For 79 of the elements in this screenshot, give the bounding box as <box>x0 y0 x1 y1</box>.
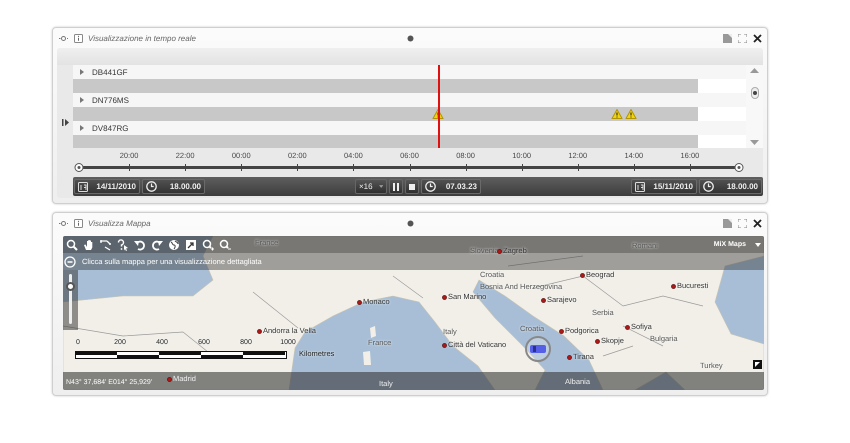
expand-arrow-icon[interactable] <box>79 97 85 103</box>
resize-corner-icon[interactable] <box>753 360 762 369</box>
city-marker-icon <box>497 249 502 254</box>
range-handle[interactable] <box>734 163 744 172</box>
zoom-out-icon[interactable] <box>219 238 231 250</box>
select-arrows-icon[interactable] <box>100 238 112 250</box>
dropdown-caret-icon[interactable] <box>755 242 761 246</box>
export-map-icon[interactable] <box>185 238 197 250</box>
current-time-field[interactable]: 07.03.23 <box>421 179 481 194</box>
clock-icon[interactable] <box>146 181 157 192</box>
scroll-down-icon[interactable] <box>750 140 759 146</box>
drag-handle-icon[interactable] <box>406 35 414 42</box>
zoom-slider[interactable] <box>69 274 72 324</box>
vehicle-marker-icon[interactable] <box>524 335 552 363</box>
field-value: 07.03.23 <box>446 182 477 191</box>
start-time-field[interactable]: 18.00.00 <box>142 179 205 194</box>
move-icon[interactable] <box>58 218 69 228</box>
field-value: 14/11/2010 <box>96 182 136 191</box>
redo-icon[interactable] <box>151 238 163 250</box>
help-cursor-icon[interactable] <box>117 238 129 250</box>
search-icon[interactable] <box>66 238 78 250</box>
field-value: 15/11/2010 <box>653 182 693 191</box>
start-date-field[interactable]: 14/11/2010 <box>74 179 140 194</box>
city-marker-icon <box>442 295 447 300</box>
city-marker-icon <box>559 329 564 334</box>
close-icon[interactable] <box>753 34 762 42</box>
stop-icon <box>409 184 415 190</box>
warning-icon[interactable] <box>612 109 622 119</box>
dock-icon[interactable] <box>723 218 732 228</box>
zoom-in-icon[interactable] <box>202 238 214 250</box>
city-marker-icon <box>541 298 546 303</box>
zoom-out-icon[interactable] <box>64 256 76 268</box>
city-marker-icon <box>567 355 572 360</box>
city-marker-icon <box>442 343 447 348</box>
vehicle-plate[interactable]: DB441GF <box>92 68 128 76</box>
city-marker-icon <box>595 339 600 344</box>
calendar-icon[interactable] <box>78 182 88 192</box>
end-date-field[interactable]: 15/11/2010 <box>631 179 697 194</box>
timeline-range-slider[interactable] <box>73 162 746 174</box>
close-icon[interactable] <box>753 218 762 228</box>
calendar-icon[interactable] <box>635 182 645 192</box>
field-value: 18.00.00 <box>170 182 201 191</box>
collapse-panel-icon[interactable] <box>62 119 68 126</box>
panel-title: Visualizza Mappa <box>88 218 151 228</box>
city-marker-icon <box>257 329 262 334</box>
expand-arrow-icon[interactable] <box>79 125 85 131</box>
hand-icon[interactable] <box>83 238 95 250</box>
speed-dropdown[interactable]: ×16 <box>355 179 387 194</box>
undo-icon[interactable] <box>134 238 146 250</box>
pause-icon <box>393 182 399 190</box>
city-marker-icon <box>580 273 585 278</box>
scroll-up-icon[interactable] <box>750 67 759 73</box>
warning-icon[interactable] <box>626 109 636 119</box>
stop-button[interactable] <box>405 179 419 194</box>
expand-arrow-icon[interactable] <box>79 69 85 75</box>
info-icon[interactable] <box>74 34 83 42</box>
city-marker-icon <box>167 377 172 382</box>
fullscreen-icon[interactable] <box>738 218 747 228</box>
globe-icon[interactable] <box>168 238 180 250</box>
caret-icon <box>378 185 383 188</box>
end-time-field[interactable]: 18.00.00 <box>699 179 762 194</box>
city-marker-icon <box>671 284 676 289</box>
panel-title: Visualizzazione in tempo reale <box>88 34 196 42</box>
dock-icon[interactable] <box>723 34 732 42</box>
range-handle[interactable] <box>74 163 84 172</box>
scroll-thumb-icon[interactable] <box>750 86 758 99</box>
info-icon[interactable] <box>74 218 83 228</box>
move-icon[interactable] <box>58 34 69 42</box>
vehicle-plate[interactable]: DV847RG <box>92 124 128 132</box>
zoom-handle[interactable] <box>66 282 75 292</box>
vehicle-plate[interactable]: DN776MS <box>92 96 129 104</box>
field-value: 18.00.00 <box>726 182 758 191</box>
clock-icon[interactable] <box>425 181 436 192</box>
fullscreen-icon[interactable] <box>738 34 747 42</box>
clock-icon[interactable] <box>703 181 714 192</box>
pause-button[interactable] <box>389 179 403 194</box>
drag-handle-icon[interactable] <box>406 220 414 227</box>
city-marker-icon <box>357 300 362 305</box>
city-marker-icon <box>625 325 630 330</box>
